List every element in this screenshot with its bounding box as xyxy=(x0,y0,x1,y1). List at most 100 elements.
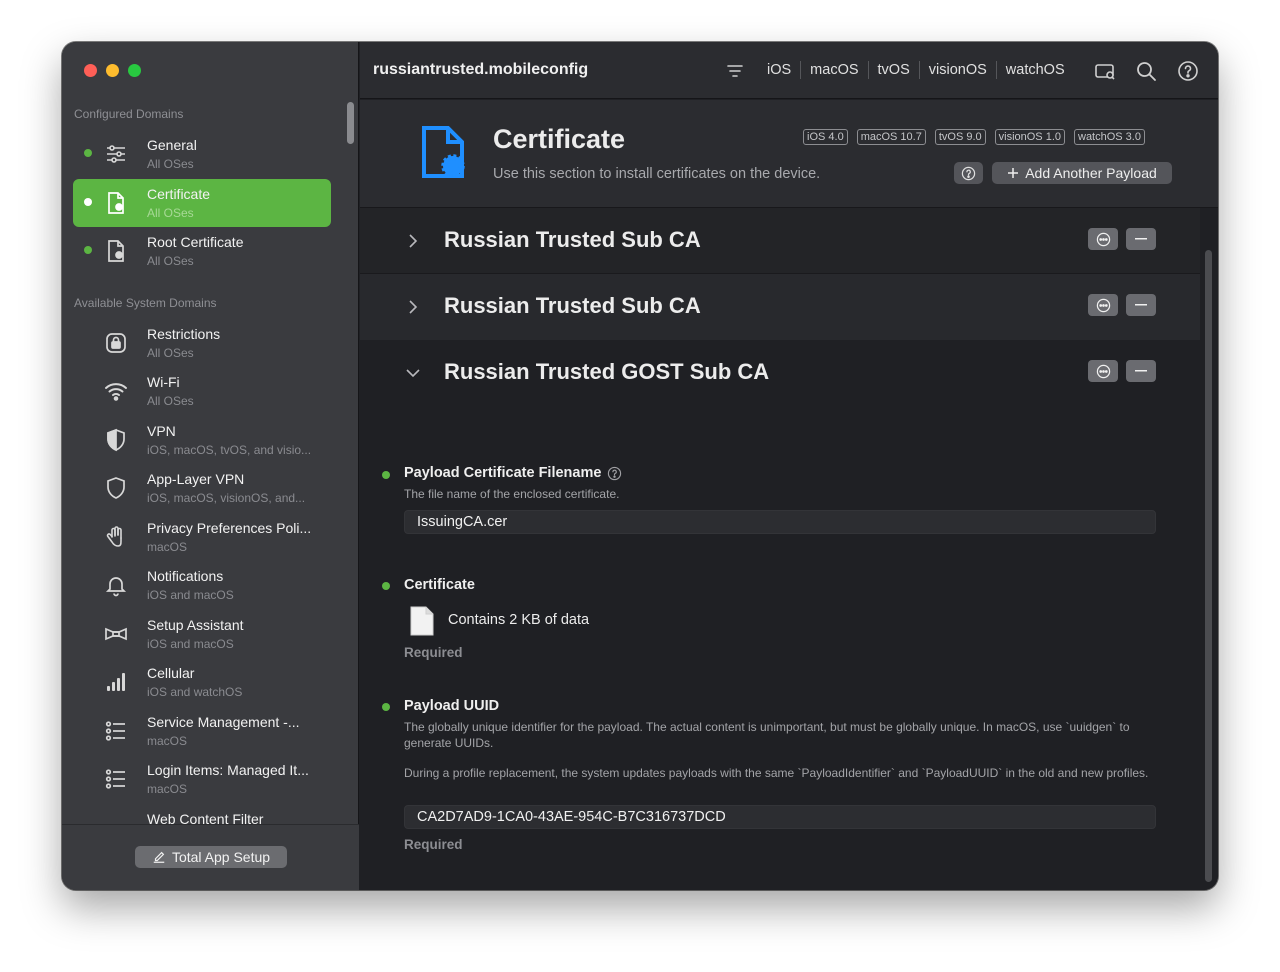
sidebar-item-wifi[interactable]: Wi-Fi All OSes xyxy=(73,367,331,416)
sidebar-item-certificate[interactable]: Certificate All OSes xyxy=(73,178,331,227)
help-icon[interactable] xyxy=(1177,60,1199,82)
badge-tvos: tvOS 9.0 xyxy=(934,129,986,145)
sidebar-scrollbar[interactable] xyxy=(347,102,354,144)
total-app-setup-label: Total App Setup xyxy=(171,849,271,865)
payload-title: Russian Trusted GOST Sub CA xyxy=(444,359,770,384)
badge-visionos: visionOS 1.0 xyxy=(994,129,1065,145)
chevron-right-icon[interactable] xyxy=(406,298,420,316)
sidebar-item-subtitle: iOS, macOS, tvOS, and visio... xyxy=(147,442,312,457)
add-another-payload-button[interactable]: Add Another Payload xyxy=(992,162,1172,184)
sidebar-item-label: Restrictions xyxy=(147,325,221,342)
total-app-setup-button[interactable]: Total App Setup xyxy=(135,846,287,868)
sidebar-section-configured: Configured Domains xyxy=(74,107,184,121)
badge-ios: iOS 4.0 xyxy=(803,129,848,145)
sidebar-item-subtitle: All OSes xyxy=(147,205,194,220)
chevron-down-icon[interactable] xyxy=(404,366,422,380)
sidebar-item-label: Cellular xyxy=(147,665,195,681)
payload-remove-button[interactable] xyxy=(1126,360,1156,382)
add-payload-label: Add Another Payload xyxy=(1025,165,1157,181)
sidebar-item-label: App-Layer VPN xyxy=(147,471,245,487)
payload-uuid-input[interactable]: CA2D7AD9-1CA0-43AE-954C-B7C316737DCD xyxy=(404,805,1156,829)
sidebar-item-label: Privacy Preferences Poli... xyxy=(147,519,312,536)
section-header: Certificate Use this section to install … xyxy=(360,100,1218,208)
payload-options-button[interactable] xyxy=(1088,360,1118,382)
sidebar-item-subtitle: iOS and macOS xyxy=(147,636,234,651)
root-certificate-icon xyxy=(103,238,129,264)
required-label: Required xyxy=(404,645,463,660)
help-icon xyxy=(961,166,976,180)
window-controls xyxy=(84,64,141,77)
payload-remove-button[interactable] xyxy=(1126,294,1156,316)
platform-tvos[interactable]: tvOS xyxy=(869,62,919,78)
platform-watchos[interactable]: watchOS xyxy=(997,62,1074,78)
sidebar-item-web-content-filter[interactable]: Web Content Filter xyxy=(73,804,331,825)
chevron-right-icon[interactable] xyxy=(406,232,420,250)
configured-dot xyxy=(382,471,390,479)
search-icon[interactable] xyxy=(1135,60,1157,82)
sidebar-item-general[interactable]: General All OSes xyxy=(73,130,331,179)
list-icon xyxy=(103,718,129,744)
ellipsis-circle-icon xyxy=(1096,364,1110,378)
sidebar-list[interactable]: Configured Domains General All OSes Cert… xyxy=(62,98,359,824)
field-label-text: Payload Certificate Filename xyxy=(404,465,602,481)
sidebar-item-cellular[interactable]: Cellular iOS and watchOS xyxy=(73,658,331,707)
sidebar-item-restrictions[interactable]: Restrictions All OSes xyxy=(73,319,331,368)
sidebar-item-label: Notifications xyxy=(147,568,224,584)
badge-macos: macOS 10.7 xyxy=(856,129,926,145)
platform-filter: iOS macOS tvOS visionOS watchOS xyxy=(758,61,1074,79)
configured-dot xyxy=(84,197,92,206)
certificate-filename-input[interactable]: IssuingCA.cer xyxy=(404,510,1156,534)
sidebar-item-privacy-preferences[interactable]: Privacy Preferences Poli... macOS xyxy=(73,513,331,562)
sidebar-item-label: VPN xyxy=(147,422,176,439)
content-scrollbar[interactable] xyxy=(1205,250,1212,882)
filter-icon[interactable] xyxy=(726,63,744,79)
payload-row[interactable]: Russian Trusted Sub CA xyxy=(360,208,1200,274)
sidebar-item-login-items[interactable]: Login Items: Managed It... macOS xyxy=(73,755,331,804)
section-help-button[interactable] xyxy=(954,162,983,184)
sidebar-item-label: Setup Assistant xyxy=(147,616,244,633)
sidebar-item-notifications[interactable]: Notifications iOS and macOS xyxy=(73,561,331,610)
sidebar-item-label: General xyxy=(147,137,197,153)
document-icon[interactable] xyxy=(410,606,434,636)
payload-options-button[interactable] xyxy=(1088,294,1118,316)
sidebar-item-vpn[interactable]: VPN iOS, macOS, tvOS, and visio... xyxy=(73,416,331,465)
lock-icon xyxy=(103,330,129,356)
payload-title: Russian Trusted Sub CA xyxy=(444,227,701,252)
field-label: Payload UUID xyxy=(404,698,500,714)
zoom-window-button[interactable] xyxy=(128,64,141,77)
certificate-data-text: Contains 2 KB of data xyxy=(448,612,590,628)
platform-macos[interactable]: macOS xyxy=(801,62,867,78)
sidebar-item-app-layer-vpn[interactable]: App-Layer VPN iOS, macOS, visionOS, and.… xyxy=(73,464,331,513)
minus-icon xyxy=(1135,238,1147,240)
configured-dot xyxy=(84,246,92,254)
sidebar-section-available: Available System Domains xyxy=(74,295,217,310)
sidebar-item-root-certificate[interactable]: Root Certificate All OSes xyxy=(73,227,331,276)
platform-visionos[interactable]: visionOS xyxy=(920,62,996,78)
sidebar-item-subtitle: All OSes xyxy=(147,345,194,360)
cellular-bars-icon xyxy=(103,669,129,695)
sidebar-item-label: Login Items: Managed It... xyxy=(147,762,309,778)
payload-remove-button[interactable] xyxy=(1126,228,1156,250)
wifi-icon xyxy=(103,378,129,404)
field-label: Certificate xyxy=(404,577,475,593)
certificate-icon xyxy=(422,126,465,178)
payload-row[interactable]: Russian Trusted Sub CA xyxy=(360,274,1200,340)
badge-watchos: watchOS 3.0 xyxy=(1074,129,1145,145)
payload-options-button[interactable] xyxy=(1088,228,1118,250)
sidebar-item-setup-assistant[interactable]: Setup Assistant iOS and macOS xyxy=(73,610,331,659)
shield-icon xyxy=(103,475,129,501)
sidebar-item-service-management[interactable]: Service Management -... macOS xyxy=(73,707,331,756)
toolbar: russiantrusted.mobileconfig iOS macOS tv… xyxy=(360,42,1218,99)
close-window-button[interactable] xyxy=(84,64,97,77)
preview-icon[interactable] xyxy=(1094,60,1116,82)
bell-icon xyxy=(103,572,129,598)
sidebar-item-label: Wi-Fi xyxy=(147,374,180,390)
help-icon[interactable] xyxy=(607,466,622,481)
sidebar-item-subtitle: macOS xyxy=(147,539,188,554)
minimize-window-button[interactable] xyxy=(106,64,119,77)
payload-row-expanded[interactable]: Russian Trusted GOST Sub CA xyxy=(360,340,1200,406)
bowtie-icon xyxy=(103,621,129,647)
platform-ios[interactable]: iOS xyxy=(758,62,800,78)
main-content: Certificate Use this section to install … xyxy=(360,100,1218,890)
shield-half-icon xyxy=(103,427,129,453)
